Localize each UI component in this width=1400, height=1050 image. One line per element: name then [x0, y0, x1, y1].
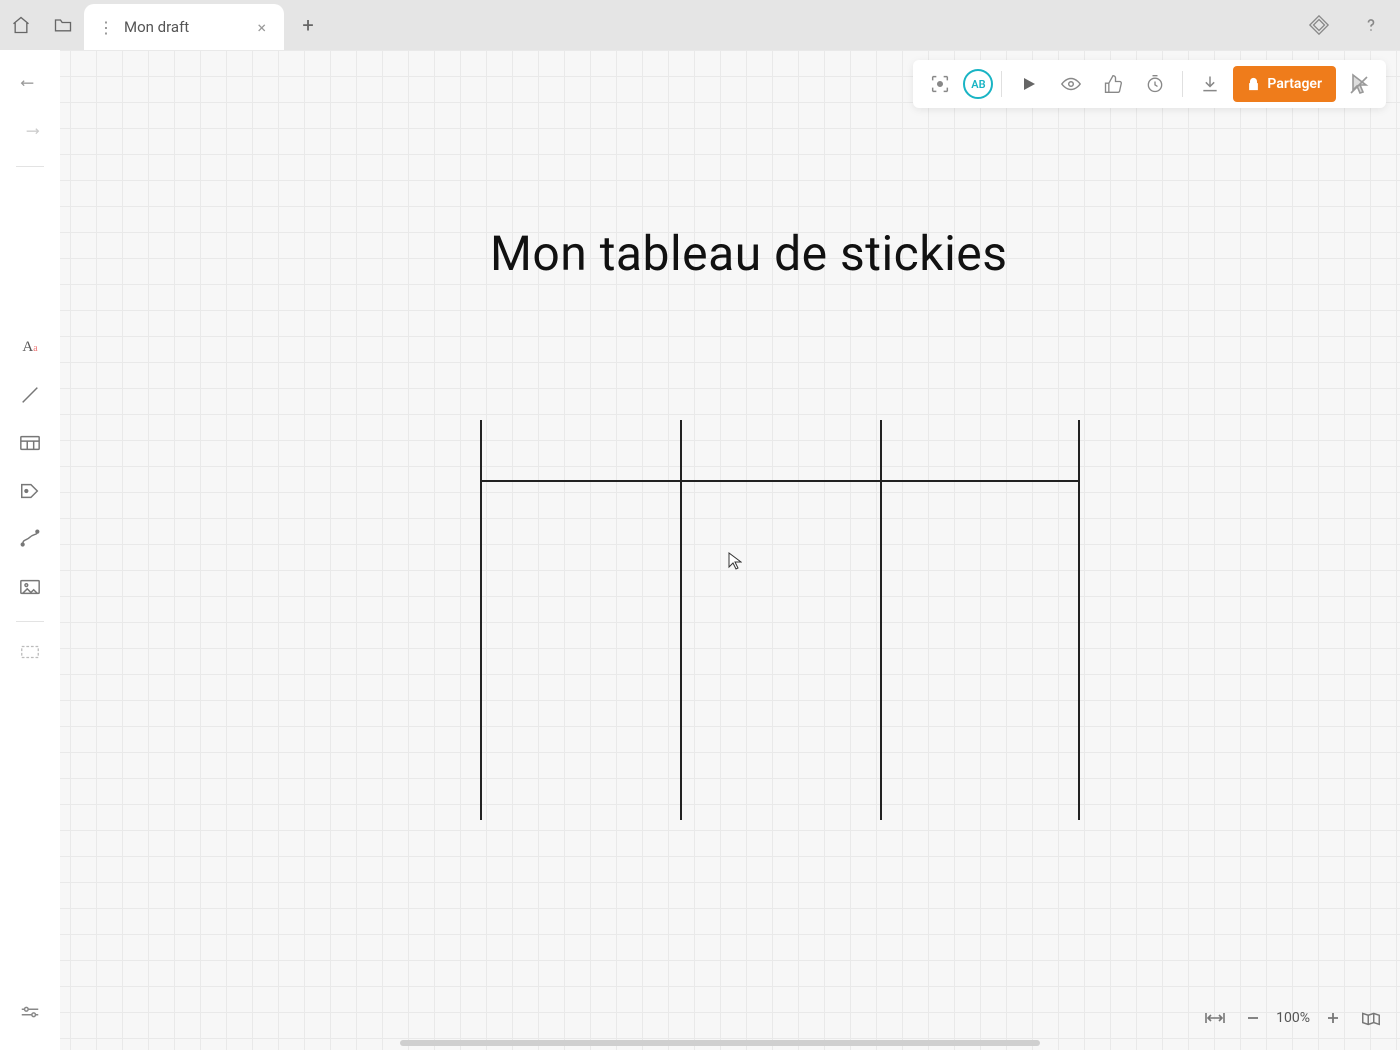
zoom-in-button[interactable] [1318, 1003, 1348, 1033]
minimap-button[interactable] [1356, 1003, 1386, 1033]
workspace: Aa Mon tableau de stickies [0, 50, 1400, 1050]
canvas-title-text[interactable]: Mon tableau de stickies [490, 225, 1008, 282]
timer-button[interactable] [1136, 65, 1174, 103]
folder-button[interactable] [42, 4, 84, 46]
line-tool[interactable] [10, 375, 50, 415]
canvas[interactable]: Mon tableau de stickies [60, 50, 1400, 1050]
document-tab[interactable]: ⋮ Mon draft × [84, 4, 284, 50]
tab-menu-icon[interactable]: ⋮ [98, 18, 114, 37]
like-button[interactable] [1094, 65, 1132, 103]
share-label: Partager [1267, 76, 1322, 92]
toolbar-separator [16, 166, 44, 167]
visibility-button[interactable] [1052, 65, 1090, 103]
horizontal-scrollbar[interactable] [400, 1040, 1040, 1046]
lock-icon [1247, 77, 1260, 91]
tag-tool[interactable] [10, 471, 50, 511]
toolbar-separator [16, 621, 44, 622]
left-toolbar: Aa [0, 50, 60, 1050]
download-button[interactable] [1191, 65, 1229, 103]
help-button[interactable] [1350, 4, 1392, 46]
table-tool[interactable] [10, 423, 50, 463]
redo-button[interactable] [10, 112, 50, 152]
tab-title: Mon draft [124, 18, 243, 36]
canvas-table-shape[interactable] [480, 420, 1080, 820]
user-avatar[interactable]: AB [963, 69, 993, 99]
new-tab-button[interactable]: + [290, 7, 326, 43]
floating-toolbar: AB Partager [913, 60, 1386, 108]
fit-width-button[interactable] [1200, 1003, 1230, 1033]
tab-close-icon[interactable]: × [253, 18, 270, 37]
top-tab-bar: ⋮ Mon draft × + [0, 0, 1400, 50]
zoom-out-button[interactable] [1238, 1003, 1268, 1033]
zoom-controls: 100% [1200, 998, 1386, 1038]
text-tool[interactable]: Aa [10, 327, 50, 367]
screenshot-button[interactable] [921, 65, 959, 103]
undo-button[interactable] [10, 64, 50, 104]
diamond-icon[interactable] [1298, 4, 1340, 46]
image-tool[interactable] [10, 567, 50, 607]
toolbar-divider [1001, 71, 1002, 97]
zoom-level[interactable]: 100% [1276, 1010, 1310, 1026]
present-button[interactable] [1010, 65, 1048, 103]
settings-tool[interactable] [10, 992, 50, 1032]
pointer-mode-button[interactable] [1340, 65, 1378, 103]
share-button[interactable]: Partager [1233, 66, 1336, 102]
toolbar-divider [1182, 71, 1183, 97]
frame-tool[interactable] [10, 632, 50, 672]
connector-tool[interactable] [10, 519, 50, 559]
home-button[interactable] [0, 4, 42, 46]
avatar-initials: AB [971, 78, 985, 91]
